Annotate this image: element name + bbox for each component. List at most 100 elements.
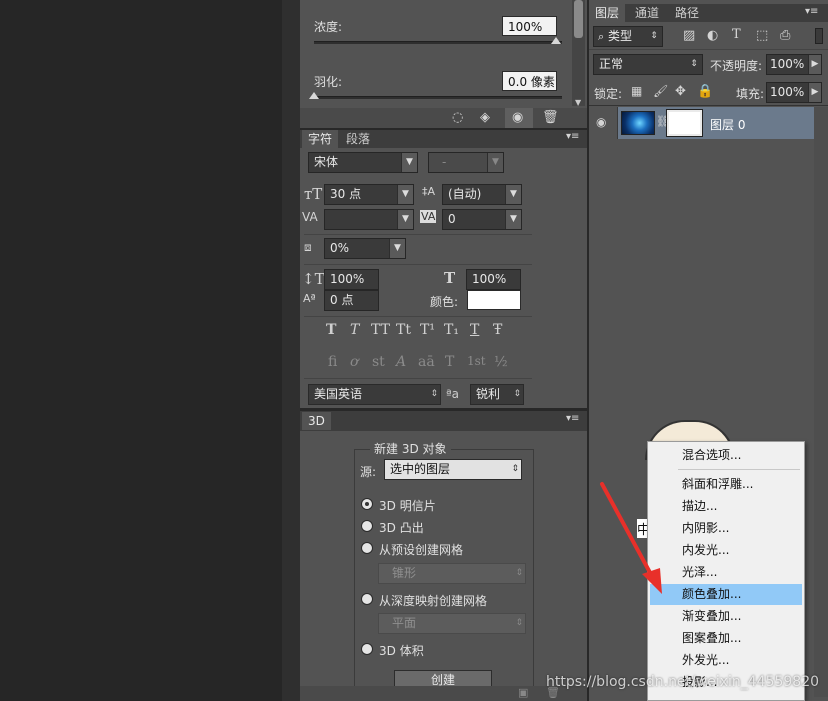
updown-icon: ⇕ (511, 464, 519, 474)
updown-icon: ⇕ (513, 389, 521, 399)
faux-bold-button[interactable]: T (326, 322, 336, 338)
visibility-eye-icon[interactable]: ◉ (596, 115, 606, 129)
feather-slider-thumb[interactable] (309, 92, 319, 99)
canvas-scrollbar-strip (282, 0, 300, 701)
type-filter-icon[interactable]: T (732, 27, 741, 42)
strikethrough-button[interactable]: Ŧ (493, 322, 502, 338)
layer-filter-select[interactable]: ⌕ 类型 ⇕ (593, 26, 663, 47)
preset-shape-select[interactable]: 锥形 ⇕ (378, 563, 526, 584)
vertical-scale-icon: ↕T (302, 270, 325, 288)
horizontal-scale-input[interactable]: 100% (466, 269, 521, 290)
font-size-select[interactable]: 30 点 ▼ (324, 184, 414, 205)
chevron-down-icon: ▶ (808, 83, 821, 102)
swash-button[interactable]: A (396, 354, 406, 370)
vertical-scale-input[interactable]: 100% (324, 269, 379, 290)
shape-filter-icon[interactable]: ⬚ (756, 28, 768, 43)
source-select[interactable]: 选中的图层 ⇕ (384, 459, 522, 480)
subscript-button[interactable]: T₁ (444, 322, 459, 338)
annotation-arrow (600, 482, 662, 594)
tracking-select[interactable]: 0 ▼ (442, 209, 522, 230)
depth-map-shape-select[interactable]: 平面 ⇕ (378, 613, 526, 634)
titling-button[interactable]: T (445, 354, 454, 370)
mask-selection-icon[interactable]: ◌ (452, 110, 463, 125)
menu-item-gradient-overlay[interactable]: 渐变叠加... (650, 606, 802, 627)
tab-paragraph[interactable]: 段落 (340, 130, 376, 148)
layer-mask-thumbnail[interactable] (666, 109, 703, 137)
antialias-select[interactable]: 锐利 ⇕ (470, 384, 524, 405)
trash-icon[interactable]: 🗑 (542, 110, 559, 125)
font-size-icon: ᴛT (304, 185, 323, 203)
density-slider[interactable] (314, 41, 562, 44)
new-file-icon[interactable]: ▣ (518, 686, 528, 699)
adjustment-filter-icon[interactable]: ◐ (707, 28, 718, 43)
updown-icon: ⇕ (515, 568, 523, 578)
updown-icon: ⇕ (690, 59, 698, 69)
superscript-button[interactable]: T¹ (420, 322, 435, 338)
eye-icon[interactable]: ◉ (512, 110, 523, 125)
postcard-radio[interactable] (361, 498, 373, 510)
tsume-select[interactable]: 0% ▼ (324, 238, 406, 259)
depth-map-label: 从深度映射创建网格 (379, 594, 488, 608)
small-caps-button[interactable]: Tt (396, 322, 411, 338)
kerning-select[interactable]: ▼ (324, 209, 414, 230)
leading-select[interactable]: (自动) ▼ (442, 184, 522, 205)
panel-menu-icon[interactable]: ▾≡ (805, 6, 818, 17)
feather-input[interactable]: 0.0 像素 (502, 71, 557, 91)
updown-icon: ⇕ (430, 389, 438, 399)
feather-slider[interactable] (314, 96, 562, 99)
lock-all-icon[interactable]: 🔒 (697, 84, 713, 99)
text-color-swatch[interactable] (467, 290, 521, 310)
panel-menu-icon[interactable]: ▾≡ (566, 131, 579, 142)
feather-label: 羽化: (314, 75, 343, 89)
menu-item-pattern-overlay[interactable]: 图案叠加... (650, 628, 802, 649)
extrusion-label: 3D 凸出 (379, 521, 424, 535)
smart-object-filter-icon[interactable]: ⎙ (780, 28, 790, 43)
all-caps-button[interactable]: TT (371, 322, 390, 338)
menu-item-blending-options[interactable]: 混合选项... (650, 445, 802, 466)
density-slider-thumb[interactable] (551, 37, 561, 44)
font-family-select[interactable]: 宋体 ▼ (308, 152, 418, 173)
underline-button[interactable]: T (470, 322, 479, 338)
tab-channels[interactable]: 通道 (629, 4, 665, 22)
fill-input[interactable]: 100% ▶ (766, 82, 822, 103)
apply-mask-icon[interactable]: ◈ (480, 110, 490, 125)
depth-map-radio[interactable] (361, 593, 373, 605)
faux-italic-button[interactable]: T (350, 322, 359, 338)
volume-radio[interactable] (361, 643, 373, 655)
extrusion-radio[interactable] (361, 520, 373, 532)
panel-menu-icon[interactable]: ▾≡ (566, 413, 579, 424)
new-3d-object-title: 新建 3D 对象 (370, 440, 451, 457)
lock-position-icon[interactable]: ✥ (675, 84, 686, 99)
opacity-input[interactable]: 100% ▶ (766, 54, 822, 75)
tsume-icon: ⧈ (304, 240, 312, 254)
stylistic-alt-button[interactable]: aā (418, 354, 435, 370)
contextual-button[interactable]: st (372, 354, 385, 370)
tab-paths[interactable]: 路径 (669, 4, 705, 22)
antialias-icon: ªa (446, 387, 460, 401)
chevron-down-icon: ▼ (401, 153, 417, 172)
properties-scrollbar[interactable]: ▼ (572, 0, 585, 107)
color-label: 颜色: (430, 295, 459, 309)
ligature-button[interactable]: fi (328, 354, 337, 370)
ordinals-button[interactable]: 1st (467, 354, 486, 368)
fill-label: 填充: (736, 87, 765, 101)
language-select[interactable]: 美国英语 ⇕ (308, 384, 441, 405)
lock-image-icon[interactable]: 🖌 (653, 84, 668, 98)
baseline-shift-input[interactable]: 0 点 (324, 290, 379, 311)
layer-row[interactable]: ◉ ⛓ 图层 0 (589, 107, 814, 139)
chevron-down-icon: ▼ (487, 153, 503, 172)
tab-character[interactable]: 字符 (302, 130, 339, 148)
source-label: 源: (360, 465, 377, 479)
lock-transparency-icon[interactable]: ▦ (631, 84, 642, 98)
density-input[interactable]: 100% (502, 16, 557, 36)
menu-item-outer-glow[interactable]: 外发光... (650, 650, 802, 671)
filter-toggle[interactable] (815, 28, 823, 44)
tab-3d[interactable]: 3D (302, 412, 331, 430)
font-style-select[interactable]: - ▼ (428, 152, 504, 173)
fractions-button[interactable]: ½ (494, 354, 508, 370)
preset-mesh-radio[interactable] (361, 542, 373, 554)
pixel-filter-icon[interactable]: ▨ (683, 28, 695, 43)
tab-layers[interactable]: 图层 (589, 4, 626, 22)
discretionary-ligature-button[interactable]: ơ (350, 354, 358, 370)
blend-mode-select[interactable]: 正常 ⇕ (593, 54, 703, 75)
